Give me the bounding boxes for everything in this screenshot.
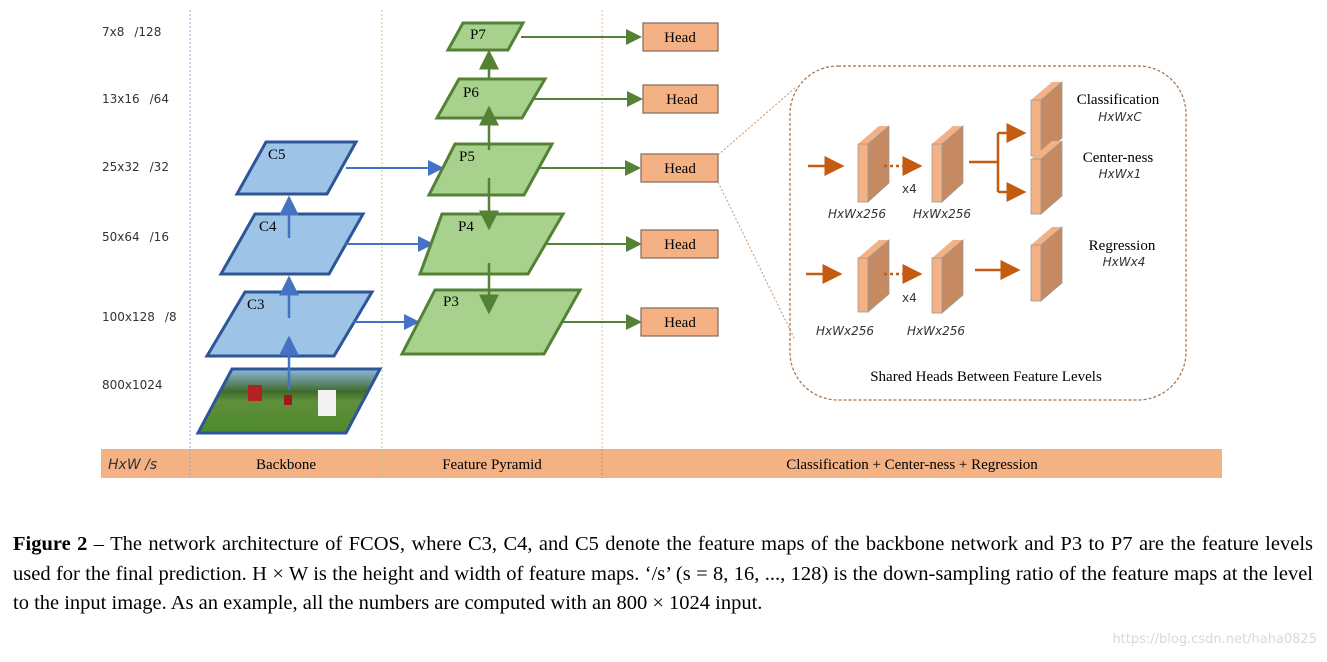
feature-map-p3 xyxy=(399,288,583,356)
shared-heads-panel: x4 HxWx256 HxWx256 Classification HxWxC … xyxy=(789,65,1187,401)
head-p4: Head xyxy=(640,229,719,259)
centerness-dim: HxWx1 xyxy=(1099,167,1142,181)
bar-label-feature-pyramid: Feature Pyramid xyxy=(442,457,542,473)
feature-dim-label: HxWx256 xyxy=(907,324,965,338)
heads: Head Head Head Head Head xyxy=(640,22,719,337)
level-label: 7x8/128 xyxy=(102,25,161,39)
watermark: https://blog.csdn.net/haha0825 xyxy=(1112,632,1317,647)
fcos-architecture-diagram: 7x8/128 13x16/64 25x32/32 50x64/16 100x1… xyxy=(101,10,1222,478)
svg-text:Head: Head xyxy=(664,161,696,177)
conv-block xyxy=(931,125,964,203)
level-label: 50x64/16 xyxy=(102,230,169,244)
repeat-label: x4 xyxy=(902,182,917,196)
c5-label: C5 xyxy=(268,147,286,163)
bar-label-backbone: Backbone xyxy=(256,457,316,473)
c3-label: C3 xyxy=(247,297,265,313)
c4-label: C4 xyxy=(259,219,277,235)
classification-dim: HxWxC xyxy=(1098,110,1142,124)
level-label: 800x1024 xyxy=(102,378,163,392)
regression-dim: HxWx4 xyxy=(1103,255,1146,269)
conv-block xyxy=(931,239,964,314)
feature-dim-label: HxWx256 xyxy=(913,207,971,221)
bar-label-hw-stride: HxW /s xyxy=(108,457,157,473)
svg-text:Head: Head xyxy=(664,315,696,331)
feature-map-p4 xyxy=(417,212,566,276)
classification-label: Classification xyxy=(1077,92,1160,108)
feature-map-p6 xyxy=(434,77,548,120)
svg-text:Head: Head xyxy=(664,30,696,46)
figure-caption: Figure 2 – The network architecture of F… xyxy=(13,530,1313,619)
level-label: 100x128/8 xyxy=(102,310,177,324)
level-labels: 7x8/128 13x16/64 25x32/32 50x64/16 100x1… xyxy=(102,25,177,392)
feature-pyramid: P7 P6 P5 P4 P3 xyxy=(399,21,583,356)
conv-block xyxy=(857,239,890,313)
centerness-label: Center-ness xyxy=(1083,150,1154,166)
player-figure xyxy=(284,395,292,405)
head-p7: Head xyxy=(642,22,719,52)
level-label: 13x16/64 xyxy=(102,92,169,106)
svg-text:Head: Head xyxy=(666,92,698,108)
regression-label: Regression xyxy=(1089,238,1156,254)
p4-label: P4 xyxy=(458,219,474,235)
shared-heads-title: Shared Heads Between Feature Levels xyxy=(870,369,1102,385)
level-label: 25x32/32 xyxy=(102,160,169,174)
regression-output-block xyxy=(1030,226,1063,302)
feature-map-c5 xyxy=(234,140,359,196)
head-p5: Head xyxy=(640,153,719,183)
feature-dim-label: HxWx256 xyxy=(828,207,886,221)
zoom-connector-bottom xyxy=(717,181,796,341)
player-figure xyxy=(318,390,336,416)
feature-dim-label: HxWx256 xyxy=(816,324,874,338)
figure-label: Figure 2 xyxy=(13,533,88,555)
player-figure xyxy=(248,385,262,401)
repeat-label: x4 xyxy=(902,291,917,305)
caption-text: – The network architecture of FCOS, wher… xyxy=(13,533,1313,614)
feature-map-c4 xyxy=(218,212,366,276)
head-p3: Head xyxy=(640,307,719,337)
p6-label: P6 xyxy=(463,85,479,101)
zoom-connector-top xyxy=(717,87,796,156)
feature-map-p5 xyxy=(426,142,555,197)
bar-label-outputs: Classification + Center-ness + Regressio… xyxy=(786,457,1038,473)
head-p6: Head xyxy=(642,84,719,114)
p7-label: P7 xyxy=(470,27,486,43)
bottom-bar: HxW /s Backbone Feature Pyramid Classifi… xyxy=(101,449,1222,478)
conv-block xyxy=(857,125,890,203)
p3-label: P3 xyxy=(443,294,459,310)
backbone: C3 C4 C5 xyxy=(195,140,383,435)
p5-label: P5 xyxy=(459,149,475,165)
svg-text:Head: Head xyxy=(664,237,696,253)
